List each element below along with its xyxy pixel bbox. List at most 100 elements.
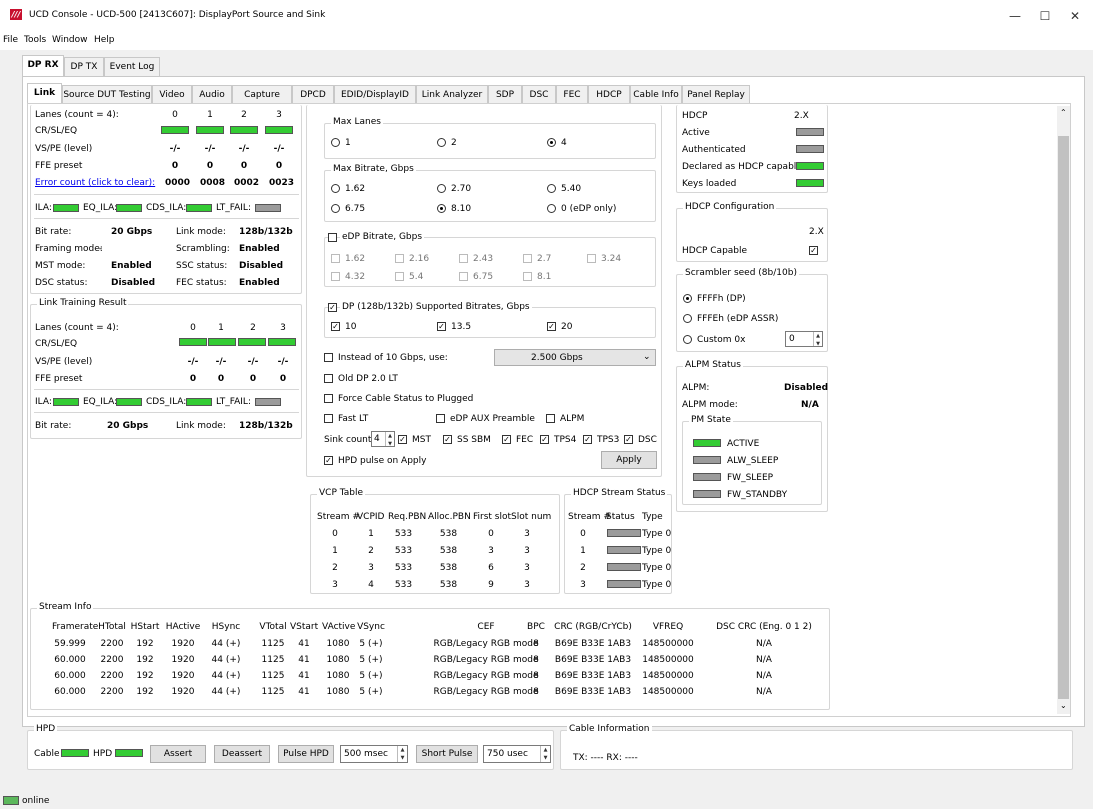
edp-162-checkbox[interactable] — [331, 254, 340, 263]
seed-fffeh-edp-radio[interactable] — [683, 314, 692, 323]
tab-dpcd[interactable]: DPCD — [292, 85, 334, 104]
edp-243-checkbox[interactable] — [459, 254, 468, 263]
scrollbar-thumb[interactable] — [1058, 136, 1069, 699]
spinner-arrows-icon[interactable]: ▲ ▼ — [385, 432, 394, 447]
bitrate-540-radio[interactable] — [547, 184, 556, 193]
group-title: Max Bitrate, Gbps — [331, 164, 416, 174]
bitrate-162-radio[interactable] — [331, 184, 340, 193]
edp-bitrate-checkbox[interactable] — [328, 233, 337, 242]
tab-audio[interactable]: Audio — [192, 85, 232, 104]
tps4-checkbox[interactable]: ✓ — [540, 435, 549, 444]
custom-seed-spinner[interactable]: 0 ▲ ▼ — [785, 331, 823, 347]
column-header: VCPID — [357, 512, 385, 522]
dsc-checkbox[interactable]: ✓ — [624, 435, 633, 444]
edp-aux-preamble-checkbox[interactable] — [436, 414, 445, 423]
dp128-10-checkbox[interactable]: ✓ — [331, 322, 340, 331]
apply-button[interactable]: Apply — [601, 451, 657, 469]
bitrate-675-radio[interactable] — [331, 204, 340, 213]
fast-lt-checkbox[interactable] — [324, 414, 333, 423]
edp-432-checkbox[interactable] — [331, 272, 340, 281]
tab-link[interactable]: Link — [27, 83, 62, 104]
old-dp20-lt-checkbox[interactable] — [324, 374, 333, 383]
instead-of-10gbps-checkbox[interactable] — [324, 353, 333, 362]
vertical-scrollbar[interactable]: ⌃ ⌄ — [1057, 106, 1070, 714]
menu-help[interactable]: Help — [94, 35, 115, 45]
tab-cable-info[interactable]: Cable Info — [630, 85, 682, 104]
tab-sdp[interactable]: SDP — [488, 85, 522, 104]
seed-custom-radio[interactable] — [683, 335, 692, 344]
max-lanes-1-radio[interactable] — [331, 138, 340, 147]
pulse-hpd-button[interactable]: Pulse HPD — [278, 745, 334, 763]
assert-button[interactable]: Assert — [150, 745, 206, 763]
spinner-arrows-icon[interactable]: ▲ ▼ — [813, 332, 822, 347]
minimize-button[interactable]: — — [1000, 6, 1030, 26]
table-cell: 1125 — [261, 639, 285, 649]
eq-ila-indicator — [116, 398, 142, 406]
max-lanes-2-radio[interactable] — [437, 138, 446, 147]
tab-fec[interactable]: FEC — [556, 85, 588, 104]
hdcp-capable-checkbox[interactable]: ✓ — [809, 246, 818, 255]
table-cell: 2 — [580, 563, 586, 573]
mst-checkbox[interactable]: ✓ — [398, 435, 407, 444]
table-cell: Type 0 — [642, 580, 672, 590]
tab-dp-tx[interactable]: DP TX — [64, 57, 104, 76]
radio-label: 8.10 — [451, 204, 472, 214]
dp128-checkbox[interactable]: ✓ — [328, 303, 337, 312]
tab-source-dut-testing[interactable]: Source DUT Testing — [62, 85, 152, 104]
tab-capture[interactable]: Capture — [232, 85, 292, 104]
tab-edid-displayid[interactable]: EDID/DisplayID — [334, 85, 416, 104]
table-cell: Type 0 — [642, 546, 672, 556]
lane3-crsleq-indicator — [265, 126, 293, 134]
edp-324-checkbox[interactable] — [587, 254, 596, 263]
dp128-135-checkbox[interactable]: ✓ — [437, 322, 446, 331]
close-button[interactable]: ✕ — [1060, 6, 1090, 26]
edp-54-checkbox[interactable] — [395, 272, 404, 281]
maximize-button[interactable]: ☐ — [1030, 6, 1060, 26]
tab-link-analyzer[interactable]: Link Analyzer — [416, 85, 488, 104]
sink-count-spinner[interactable]: 4 ▲ ▼ — [371, 431, 395, 447]
tab-dsc[interactable]: DSC — [522, 85, 556, 104]
edp-81-checkbox[interactable] — [523, 272, 532, 281]
alpm-label: ALPM: — [682, 383, 710, 393]
edp-675-checkbox[interactable] — [459, 272, 468, 281]
seed-fffh-dp-radio[interactable] — [683, 294, 692, 303]
alpm-checkbox[interactable] — [546, 414, 555, 423]
pulse-duration-spinner[interactable]: 500 msec ▲ ▼ — [340, 745, 408, 763]
bitrate-810-radio[interactable] — [437, 204, 446, 213]
menu-tools[interactable]: Tools — [24, 35, 46, 45]
error-count-link[interactable]: Error count (click to clear): — [35, 178, 155, 188]
instead-bitrate-select[interactable]: 2.500 Gbps ⌄ — [494, 349, 656, 366]
scroll-up-icon[interactable]: ⌃ — [1060, 108, 1067, 117]
vspe-value: -/- — [277, 357, 289, 367]
tps3-checkbox[interactable]: ✓ — [583, 435, 592, 444]
tab-hdcp[interactable]: HDCP — [588, 85, 630, 104]
short-pulse-duration-spinner[interactable]: 750 usec ▲ ▼ — [483, 745, 551, 763]
scroll-down-icon[interactable]: ⌄ — [1060, 701, 1067, 710]
force-cable-plugged-checkbox[interactable] — [324, 394, 333, 403]
checkbox-label: TPS4 — [554, 435, 577, 445]
fec-checkbox[interactable]: ✓ — [502, 435, 511, 444]
tab-panel-replay[interactable]: Panel Replay — [682, 85, 750, 104]
lane-num: 3 — [276, 110, 282, 120]
max-lanes-4-radio[interactable] — [547, 138, 556, 147]
cds-ila-indicator — [186, 398, 212, 406]
spinner-arrows-icon[interactable]: ▲ ▼ — [540, 746, 550, 762]
short-pulse-button[interactable]: Short Pulse — [416, 745, 478, 763]
hpd-pulse-on-apply-checkbox[interactable]: ✓ — [324, 456, 333, 465]
spinner-value: 0 — [789, 334, 795, 344]
edp-216-checkbox[interactable] — [395, 254, 404, 263]
ss-sbm-checkbox[interactable]: ✓ — [443, 435, 452, 444]
tab-event-log[interactable]: Event Log — [104, 57, 160, 76]
bitrate-edp-only-radio[interactable] — [547, 204, 556, 213]
menu-file[interactable]: File — [3, 35, 18, 45]
tab-dp-rx[interactable]: DP RX — [22, 55, 64, 76]
lane1-crsleq-indicator — [208, 338, 236, 346]
table-cell: 6 — [488, 563, 494, 573]
spinner-arrows-icon[interactable]: ▲ ▼ — [397, 746, 407, 762]
bitrate-270-radio[interactable] — [437, 184, 446, 193]
dp128-20-checkbox[interactable]: ✓ — [547, 322, 556, 331]
deassert-button[interactable]: Deassert — [214, 745, 270, 763]
tab-video[interactable]: Video — [152, 85, 192, 104]
edp-27-checkbox[interactable] — [523, 254, 532, 263]
menu-window[interactable]: Window — [52, 35, 88, 45]
